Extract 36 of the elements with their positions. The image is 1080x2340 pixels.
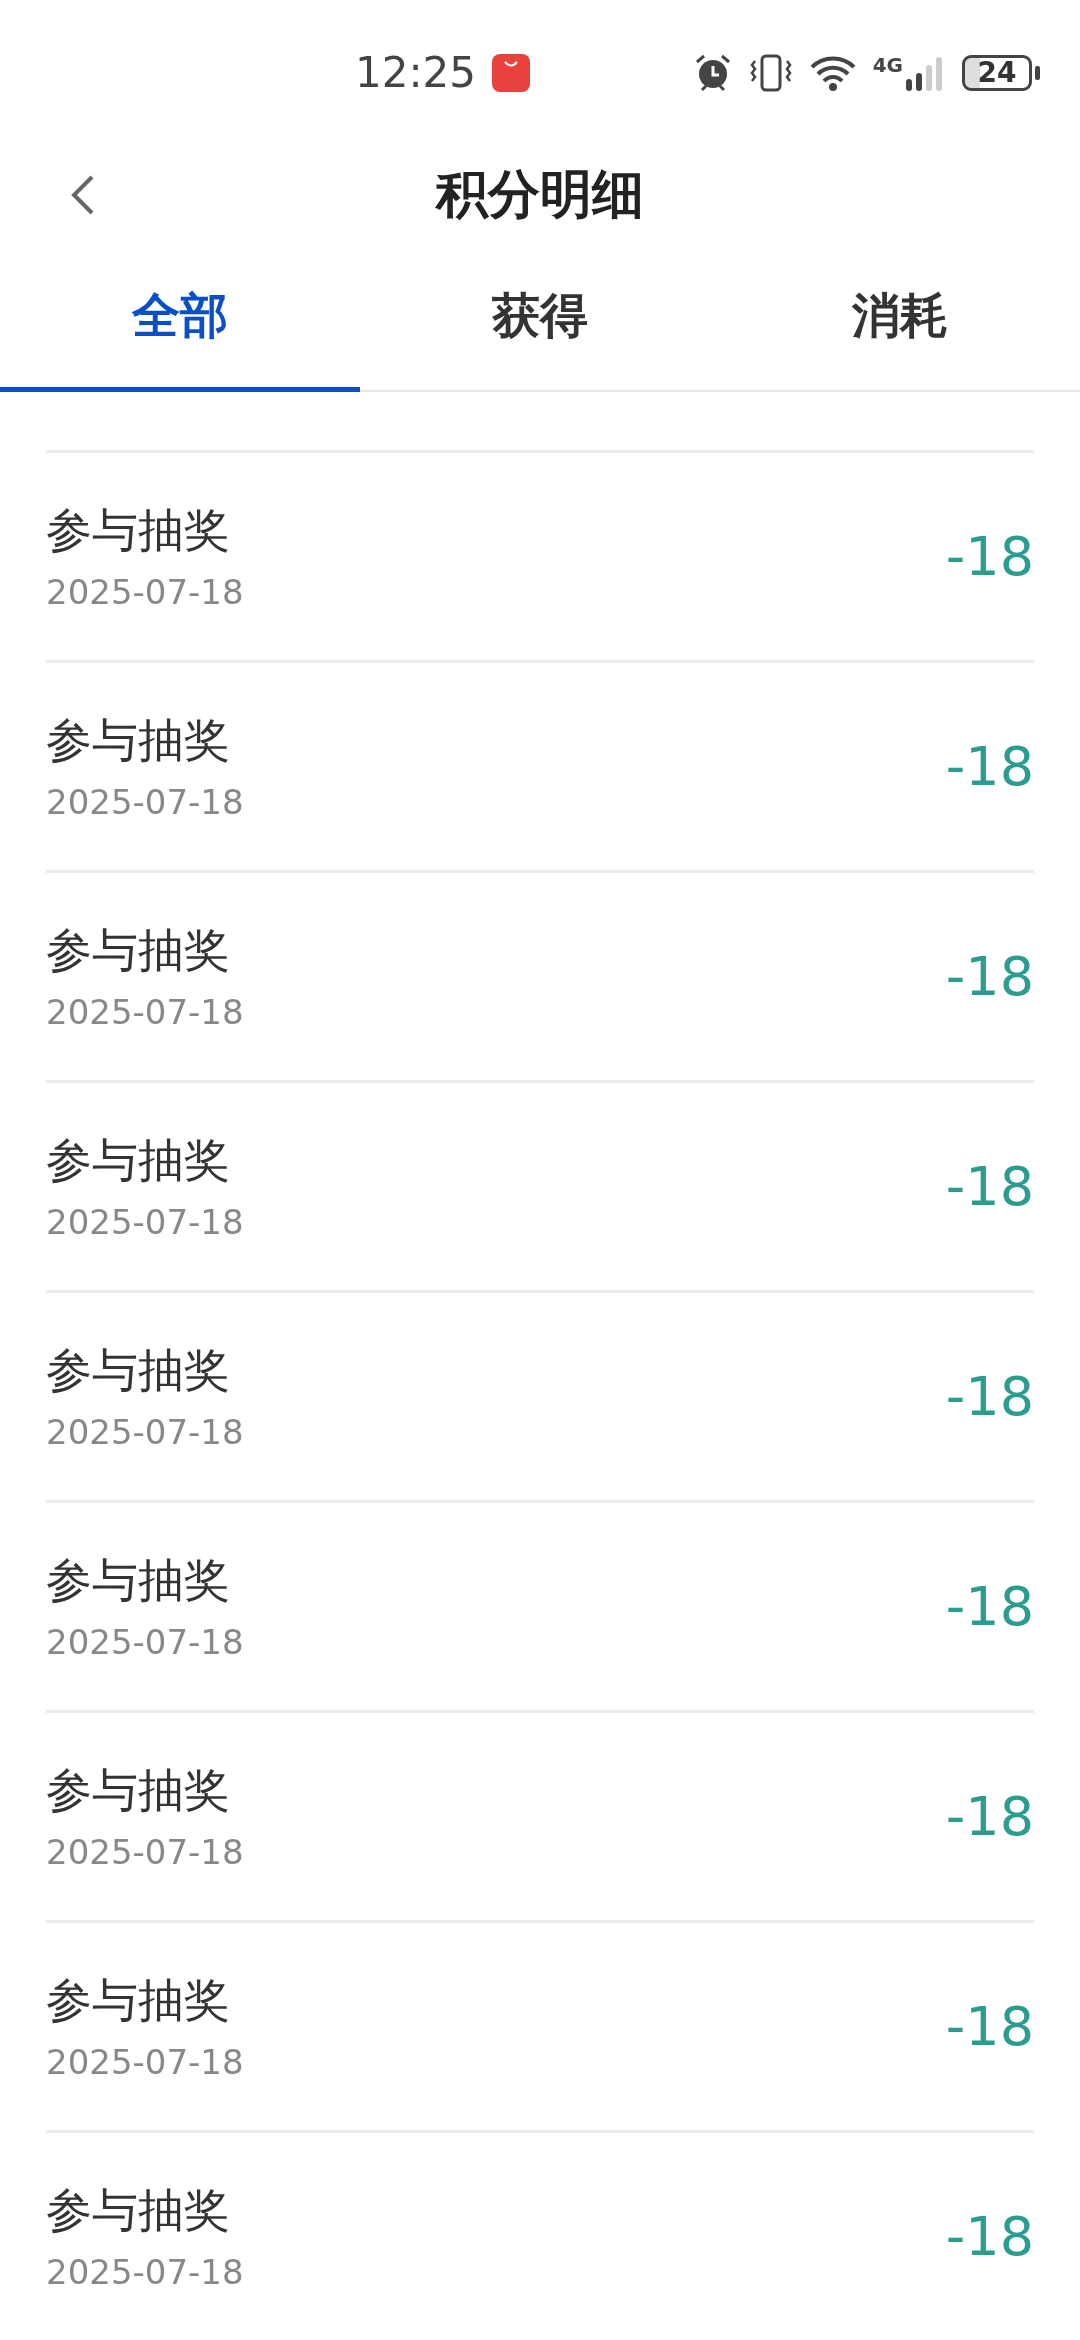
record-date: 2025-07-18 (46, 1622, 244, 1663)
vibrate-icon (748, 52, 793, 93)
record-date: 2025-07-18 (46, 2252, 244, 2293)
record-title: 参与抽奖 (46, 2182, 231, 2240)
record-date: 2025-07-18 (46, 2042, 244, 2083)
record-title: 参与抽奖 (46, 922, 231, 980)
filter-tab[interactable]: 消耗 (720, 244, 1080, 392)
record-title: 参与抽奖 (46, 1342, 231, 1400)
record-title: 参与抽奖 (46, 502, 231, 560)
record-title: 参与抽奖 (46, 712, 231, 770)
points-change: -18 (945, 1575, 1034, 1638)
record-date: 2025-07-18 (46, 1202, 244, 1243)
filter-tab[interactable]: 全部 (0, 244, 360, 392)
points-change: -18 (945, 1995, 1034, 2058)
points-change: -18 (945, 945, 1034, 1008)
battery-level: 24 (962, 54, 1032, 91)
points-change: -18 (945, 1365, 1034, 1428)
record-date: 2025-07-18 (46, 992, 244, 1033)
network-type: 4G (872, 54, 903, 75)
points-change: -18 (945, 1155, 1034, 1218)
points-change: -18 (945, 525, 1034, 588)
record-date: 2025-07-18 (46, 1412, 244, 1453)
record-title: 参与抽奖 (46, 1972, 231, 2030)
record-date: 2025-07-18 (46, 1832, 244, 1873)
record-title: 参与抽奖 (46, 1552, 231, 1610)
filter-tab[interactable]: 获得 (360, 244, 720, 392)
points-change: -18 (945, 735, 1034, 798)
record-title: 参与抽奖 (46, 1132, 231, 1190)
record-title: 参与抽奖 (46, 1762, 231, 1820)
record-date: 2025-07-18 (46, 782, 244, 823)
points-change: -18 (945, 1785, 1034, 1848)
page-title: 积分明细 (436, 163, 644, 226)
record-date: 2025-07-18 (46, 572, 244, 613)
battery-tip-icon (1035, 65, 1040, 80)
points-change: -18 (945, 2205, 1034, 2268)
status-time: 12:25 (355, 48, 477, 98)
